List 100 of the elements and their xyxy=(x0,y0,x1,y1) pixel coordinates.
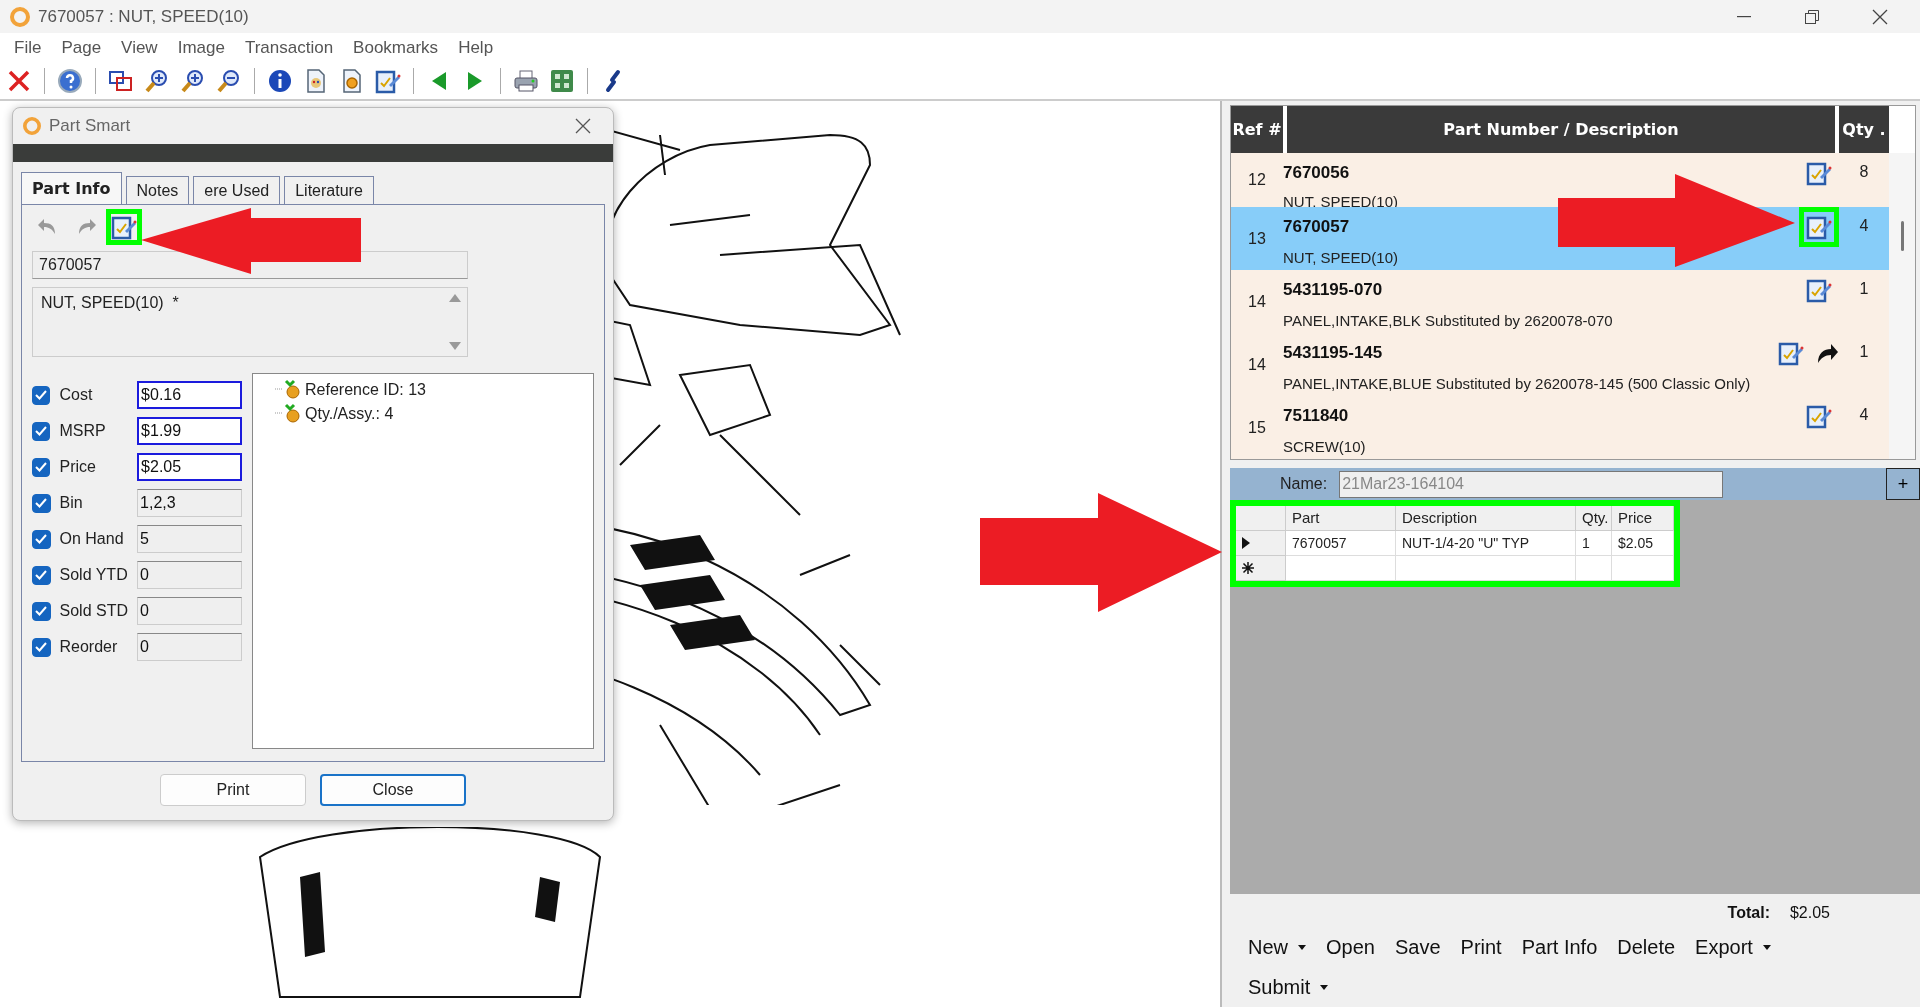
action-button[interactable]: Part Info xyxy=(1511,932,1608,962)
checkmark-icon xyxy=(35,390,48,400)
dialog-button[interactable]: Close xyxy=(320,774,466,806)
action-button[interactable]: Delete xyxy=(1607,932,1686,962)
info-icon xyxy=(267,67,293,94)
field-label: Bin xyxy=(59,494,84,512)
field-label: Sold YTD xyxy=(59,566,129,584)
tab[interactable]: Literature xyxy=(284,176,374,204)
checkbox[interactable] xyxy=(32,601,51,621)
column-header: Part Number / Description xyxy=(1287,106,1835,153)
edit-document-icon xyxy=(1806,403,1832,429)
dialog-button[interactable]: Print xyxy=(160,774,306,806)
part-description: SCREW(10) xyxy=(1283,438,1367,455)
scrollbar-thumb[interactable] xyxy=(1900,221,1904,251)
total-value: $2.05 xyxy=(1789,904,1830,922)
value-field[interactable]: 0 xyxy=(137,633,242,661)
table-cell: 1 xyxy=(1576,531,1612,556)
part-description: PANEL,INTAKE,BLK Substituted by 2620078-070 xyxy=(1283,312,1614,329)
app-logo-icon xyxy=(23,117,41,135)
menu-item[interactable]: Help xyxy=(448,37,504,58)
gear-icon xyxy=(275,379,301,401)
add-button[interactable]: + xyxy=(1886,468,1920,500)
field-label: Cost xyxy=(59,386,94,404)
name-label: Name: xyxy=(1280,475,1328,493)
menu-item[interactable]: File xyxy=(4,37,52,58)
value-field[interactable]: 0 xyxy=(137,561,242,589)
checkbox[interactable] xyxy=(32,421,51,441)
action-button[interactable]: Print xyxy=(1450,932,1512,962)
checkmark-icon xyxy=(35,426,48,436)
dropdown-caret-icon xyxy=(1320,984,1329,990)
row-header[interactable] xyxy=(1236,531,1286,556)
menu-item[interactable]: Transaction xyxy=(234,37,344,58)
checkbox[interactable] xyxy=(32,565,51,585)
menu-item[interactable]: Bookmarks xyxy=(343,37,449,58)
action-button[interactable]: Open xyxy=(1316,932,1385,962)
scrollbar[interactable] xyxy=(1889,153,1915,459)
value-field[interactable]: 0 xyxy=(137,597,242,625)
value-field[interactable]: $0.16 xyxy=(137,381,242,409)
table-cell: NUT-1/4-20 "U" TYP xyxy=(1396,531,1576,556)
quantity: 1 xyxy=(1858,279,1870,299)
row-header xyxy=(1236,506,1286,531)
empty-cell[interactable] xyxy=(1612,556,1674,581)
checkbox[interactable] xyxy=(32,529,51,549)
minimize-icon xyxy=(1737,15,1751,18)
part-number: 5431195-070 xyxy=(1283,280,1383,300)
tab[interactable]: Notes xyxy=(125,176,190,204)
part-number: 7670057 xyxy=(1283,217,1350,237)
menu-item[interactable]: Image xyxy=(167,37,235,58)
zoom-target-icon xyxy=(144,67,170,94)
part-info-button[interactable] xyxy=(1799,207,1839,247)
current-row-icon xyxy=(1242,537,1250,549)
checkbox[interactable] xyxy=(32,493,51,513)
action-button[interactable]: New xyxy=(1238,932,1316,962)
close-icon xyxy=(1872,8,1888,25)
scroll-down-icon xyxy=(449,342,461,350)
tab[interactable]: ere Used xyxy=(193,176,281,204)
edit-document-icon xyxy=(1806,277,1832,303)
app-logo-icon xyxy=(10,6,30,27)
value-field[interactable]: $2.05 xyxy=(137,453,242,481)
edit-document-icon xyxy=(111,214,137,240)
action-button[interactable]: Submit xyxy=(1238,972,1339,1002)
printer-icon xyxy=(513,67,539,94)
checkbox[interactable] xyxy=(32,637,51,657)
restore-icon xyxy=(1805,9,1819,24)
empty-cell[interactable] xyxy=(1396,556,1576,581)
field-label: Price xyxy=(59,458,97,476)
checkmark-icon xyxy=(35,642,48,652)
column-header: Description xyxy=(1396,506,1576,531)
column-header: Part xyxy=(1286,506,1396,531)
row-header[interactable] xyxy=(1236,556,1286,581)
part-description: PANEL,INTAKE,BLUE Substituted by 2620078-145 (500 Classic Only) xyxy=(1283,375,1752,392)
tree-item[interactable]: Qty./Assy.: 4 xyxy=(305,405,394,423)
table-cell: 7670057 xyxy=(1286,531,1396,556)
close-icon xyxy=(575,118,591,134)
grid-view-icon xyxy=(549,67,575,94)
checkmark-icon xyxy=(35,498,48,508)
value-field[interactable]: 5 xyxy=(137,525,242,553)
part-description: NUT, SPEED(10) xyxy=(1283,249,1400,266)
gear-icon xyxy=(275,403,301,425)
checkmark-icon xyxy=(35,570,48,580)
menu-item[interactable]: Page xyxy=(51,37,112,58)
tree-item[interactable]: Reference ID: 13 xyxy=(305,381,426,399)
tab[interactable]: Part Info xyxy=(21,172,122,204)
empty-cell[interactable] xyxy=(1576,556,1612,581)
checkmark-icon xyxy=(35,606,48,616)
action-button[interactable]: Save xyxy=(1384,932,1451,962)
value-field[interactable]: $1.99 xyxy=(137,417,242,445)
description-field[interactable]: NUT, SPEED(10) * xyxy=(32,287,468,357)
menu-item[interactable]: View xyxy=(111,37,168,58)
value-field[interactable]: 1,2,3 xyxy=(137,489,242,517)
total-label: Total: xyxy=(1727,904,1770,922)
ref-number: 13 xyxy=(1247,228,1267,249)
action-button[interactable]: Export xyxy=(1685,932,1781,962)
zoom-in-icon xyxy=(180,67,206,94)
scroll-up-icon xyxy=(449,294,461,302)
part-number: 7670056 xyxy=(1283,163,1350,183)
checkbox[interactable] xyxy=(32,385,51,405)
help-icon xyxy=(57,67,83,94)
toolbar-button[interactable] xyxy=(108,211,140,243)
checkbox[interactable] xyxy=(32,457,51,477)
